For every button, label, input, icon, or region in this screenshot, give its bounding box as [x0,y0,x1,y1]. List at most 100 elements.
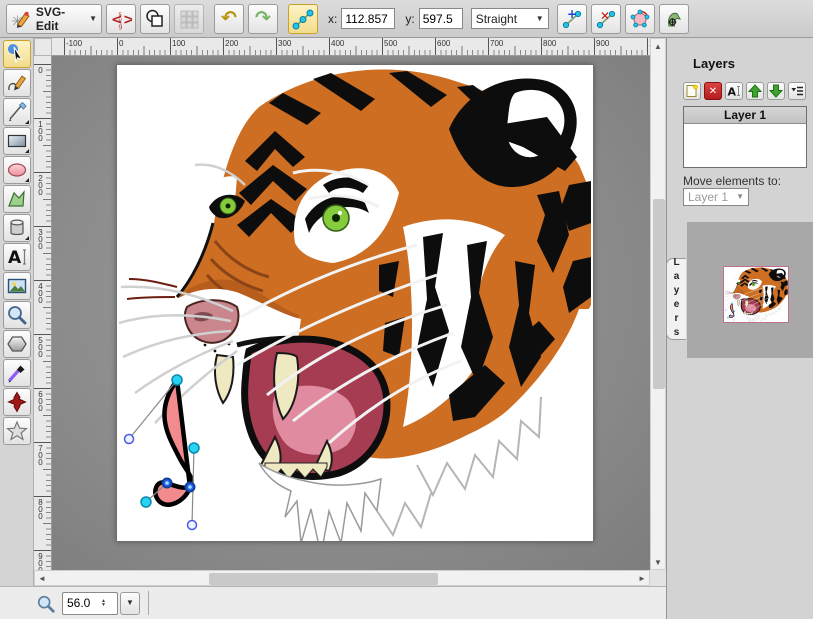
top-toolbar: ✳ SVG-Edit ▼ < s v g > [0,0,813,38]
add-node-button[interactable]: + [557,4,587,34]
new-layer-button[interactable] [683,82,701,100]
layer-list: Layer 1 [683,106,807,168]
rectangle-tool-button[interactable] [3,127,31,155]
canvas-drawing[interactable] [117,65,593,541]
pencil-tool-button[interactable] [3,69,31,97]
ellipse-tool-button[interactable] [3,156,31,184]
ruler-label: 200 [36,174,45,195]
down-arrow-icon [769,84,783,98]
undo-button[interactable]: ↶ [214,4,244,34]
vertical-scrollbar-thumb[interactable] [653,199,665,389]
zoom-presets-button[interactable]: ▼ [120,592,140,615]
rename-layer-button[interactable]: A [725,82,743,100]
svg-canvas[interactable] [117,65,593,541]
segment-type-select[interactable]: Straight ▼ [471,8,549,29]
shape-library-button[interactable] [3,214,31,242]
open-close-path-button[interactable] [625,4,655,34]
reorient-path-icon [663,8,685,30]
ruler-label: 400 [331,39,344,48]
scrollbar-corner [650,570,666,586]
ruler-label: 300 [36,228,45,249]
v-ruler: 0100200300400500600700800900 [34,56,52,570]
flyout-arrow-icon [25,174,29,182]
select-tool-button[interactable] [3,40,31,68]
layers-side-tab[interactable]: Layers [666,258,686,340]
move-select-caret-icon: ▼ [736,193,744,201]
reorient-path-button[interactable] [659,4,689,34]
zoom-level-input-box[interactable]: ▲ ▼ [62,592,118,615]
eyedropper-tool-button[interactable] [3,359,31,387]
path-shape-icon [6,188,28,210]
raise-layer-button[interactable] [746,82,764,100]
segment-select-caret-icon: ▼ [536,15,544,23]
scroll-up-icon[interactable]: ▲ [651,39,665,53]
polygon-tool-button[interactable] [3,330,31,358]
hexagon-icon [6,333,28,355]
pencil-icon [6,72,28,94]
y-coordinate-input[interactable] [419,8,463,29]
flyout-arrow-icon [25,145,29,153]
layer-preview-area [687,222,813,358]
lower-layer-button[interactable] [767,82,785,100]
ruler-label: -100 [66,39,82,48]
vertical-scrollbar[interactable]: ▲ ▼ [650,38,666,570]
svg-text:g: g [119,23,123,30]
layer-buttons-row: ✕ A [683,82,806,100]
svg-text:A: A [8,248,22,268]
grid-icon [179,9,199,29]
magnifier-icon [6,304,28,326]
layer-thumbnail-image [724,267,788,322]
ruler-label: 500 [384,39,397,48]
text-tool-button[interactable]: A [3,243,31,271]
x-coordinate-input[interactable] [341,8,395,29]
app-menu-label: SVG-Edit [36,5,85,33]
scroll-right-icon[interactable]: ► [635,571,649,585]
document-properties-button[interactable] [140,4,170,34]
flyout-arrow-icon [25,116,29,124]
star-tool-button[interactable] [3,417,31,445]
eyedropper-icon [6,362,28,384]
line-tool-button[interactable] [3,98,31,126]
path-tool-button[interactable] [3,185,31,213]
ruler-label: 400 [36,282,45,303]
wireframe-grid-button[interactable] [174,4,204,34]
horizontal-scrollbar[interactable]: ◄ ► [34,570,650,586]
zoom-tool-button[interactable] [3,301,31,329]
move-elements-select[interactable]: Layer 1 ▼ [683,188,749,206]
horizontal-scrollbar-thumb[interactable] [209,573,438,585]
left-toolbar: A [0,38,34,619]
move-elements-label: Move elements to: [683,174,781,188]
path-edit-mode-button[interactable] [288,4,318,34]
spinner-down-icon[interactable]: ▼ [101,603,106,607]
text-icon: A [6,246,28,268]
ruler-label: 900 [596,39,609,48]
source-editor-button[interactable]: < s v g > [106,4,136,34]
layer-options-button[interactable] [788,82,806,100]
maltese-shape-tool-button[interactable] [3,388,31,416]
layer-thumbnail [724,267,788,322]
ruler-label: 300 [278,39,291,48]
segment-type-value: Straight [476,12,517,26]
main-menu-button[interactable]: ✳ SVG-Edit ▼ [6,4,102,34]
zoom-level-input[interactable] [63,596,99,610]
svg-text:✕: ✕ [600,9,610,23]
zoom-presets-caret-icon: ▼ [126,599,134,607]
scroll-down-icon[interactable]: ▼ [651,555,665,569]
new-layer-icon [685,84,699,98]
layer-row-selected[interactable]: Layer 1 [684,107,806,124]
image-tool-button[interactable] [3,272,31,300]
delete-node-button[interactable]: ✕ [591,4,621,34]
x-coordinate-label: x: [328,12,337,26]
redo-button[interactable]: ↷ [248,4,278,34]
ruler-label: 700 [36,444,45,465]
ruler-label: 700 [490,39,503,48]
ruler-label: 600 [437,39,450,48]
ruler-corner [34,38,52,56]
workspace[interactable] [52,56,650,570]
rename-layer-icon: A [727,84,741,98]
zoom-spinner[interactable]: ▲ ▼ [101,599,106,607]
ruler-label: 800 [36,498,45,519]
delete-layer-button[interactable]: ✕ [704,82,722,100]
scroll-left-icon[interactable]: ◄ [35,571,49,585]
layers-panel-title: Layers [693,56,735,71]
